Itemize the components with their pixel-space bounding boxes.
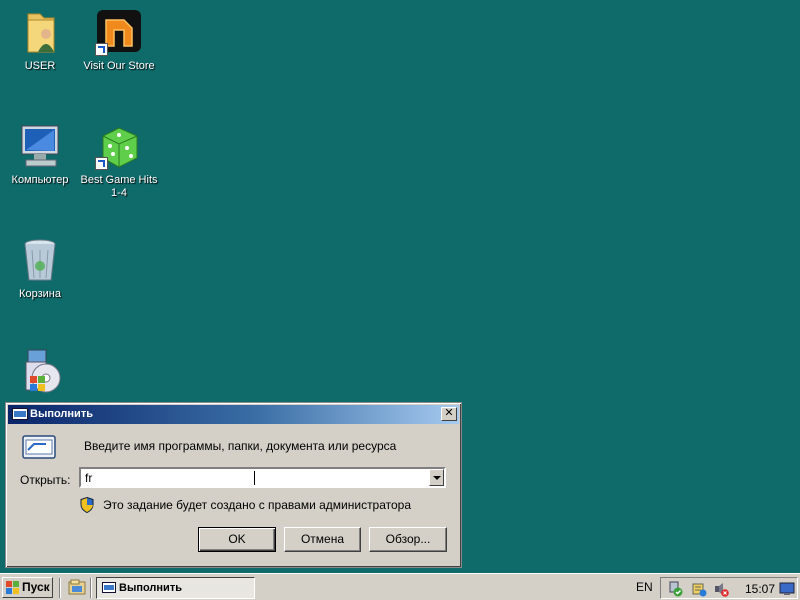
setup-disc-icon — [16, 348, 64, 396]
desktop-icon-label: Best Game Hits 1-4 — [80, 174, 158, 199]
clock[interactable]: 15:07 — [745, 582, 775, 596]
shortcut-arrow-icon — [95, 43, 108, 56]
desktop-icon-label: Корзина — [19, 288, 61, 300]
ok-button[interactable]: OK — [198, 527, 276, 552]
run-icon — [102, 582, 116, 593]
run-dialog-title: Выполнить — [30, 408, 93, 420]
start-button[interactable]: Пуск — [2, 577, 53, 598]
user-folder-icon — [16, 8, 64, 56]
run-icon — [12, 408, 28, 420]
shield-icon — [80, 497, 94, 513]
taskbar-separator — [90, 578, 92, 598]
browse-button[interactable]: Обзор... — [369, 527, 447, 552]
open-input[interactable] — [85, 470, 425, 486]
show-desktop-icon[interactable] — [68, 579, 86, 595]
taskbar-run-label: Выполнить — [119, 582, 182, 594]
start-label: Пуск — [22, 580, 50, 594]
security-icon[interactable] — [691, 581, 707, 597]
windows-logo-icon — [6, 581, 19, 594]
store-icon — [95, 8, 143, 56]
desktop-icon-label: USER — [24, 60, 56, 72]
cancel-button[interactable]: Отмена — [284, 527, 361, 552]
desktop-icon-user[interactable]: USER — [1, 8, 79, 73]
open-label: Открыть: — [20, 473, 71, 487]
dropdown-arrow-button[interactable] — [429, 469, 444, 486]
desktop-icon-computer[interactable]: Компьютер — [1, 122, 79, 187]
run-program-icon — [22, 435, 56, 459]
run-dialog-titlebar[interactable]: Выполнить ✕ — [8, 405, 459, 424]
desktop-icon-best-game-hits[interactable]: Best Game Hits 1-4 — [80, 122, 158, 200]
computer-icon — [16, 122, 64, 170]
system-tray: 15:07 — [660, 577, 798, 599]
close-button[interactable]: ✕ — [441, 407, 457, 421]
desktop-icon-recycle-bin[interactable]: Корзина — [1, 236, 79, 301]
desktop-icon-label: Visit Our Store — [83, 60, 155, 72]
show-desktop-monitor-icon[interactable] — [779, 581, 795, 597]
volume-muted-icon[interactable] — [713, 581, 729, 597]
desktop-icon-label: Компьютер — [11, 174, 69, 186]
taskbar-separator — [59, 578, 61, 598]
desktop-icon-visit-our-store[interactable]: Visit Our Store — [80, 8, 158, 73]
desktop-icon-setup[interactable] — [1, 348, 79, 400]
run-dialog: Выполнить ✕ Введите имя программы, папки… — [5, 402, 462, 568]
shortcut-arrow-icon — [95, 157, 108, 170]
open-combobox[interactable] — [79, 467, 446, 488]
dice-icon — [95, 122, 143, 170]
language-indicator[interactable]: EN — [636, 580, 653, 594]
taskbar: Пуск Выполнить EN 15:07 — [0, 573, 800, 600]
text-cursor — [254, 471, 255, 485]
network-icon[interactable] — [667, 581, 683, 597]
run-prompt-text: Введите имя программы, папки, документа … — [84, 439, 397, 453]
taskbar-run-button[interactable]: Выполнить — [96, 577, 255, 599]
recycle-bin-icon — [16, 236, 64, 284]
admin-note-text: Это задание будет создано с правами адми… — [103, 498, 412, 512]
